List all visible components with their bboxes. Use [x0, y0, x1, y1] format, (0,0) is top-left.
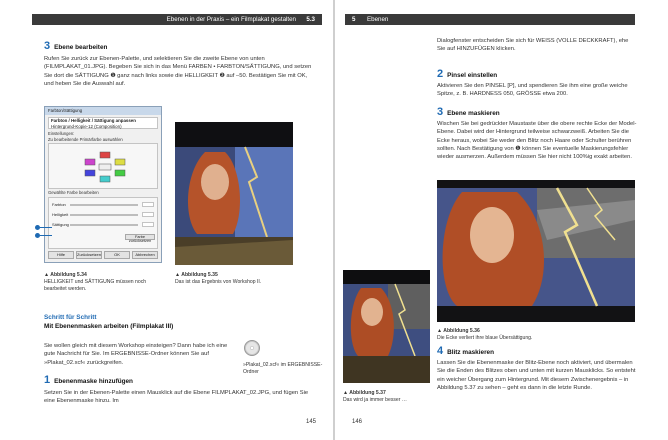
- running-header-right: 5 Ebenen: [345, 14, 635, 25]
- section-body: Sie wollen gleich mit diesem Workshop ei…: [44, 343, 228, 366]
- figure-5-36-caption: ▲ Abbildung 5.36 Die Ecke verliert ihre …: [437, 328, 635, 342]
- step-3-heading: 3 Ebene maskieren: [437, 106, 500, 118]
- callout-2-leader: [40, 235, 52, 236]
- ok-button[interactable]: OK: [104, 251, 131, 259]
- cd-note: »Plakat_02.xcf« im ERGEBNISSE-Ordner: [243, 362, 323, 375]
- step-4-heading: 4 Blitz maskieren: [437, 345, 494, 357]
- right-page: 5 Ebenen Dialogfenster entscheiden Sie s…: [335, 0, 668, 440]
- figure-5-36-label: ▲ Abbildung 5.36: [437, 328, 480, 334]
- page-number-right: 146: [352, 419, 363, 425]
- callout-1-leader: [40, 227, 52, 228]
- step-title: Ebene maskieren: [447, 110, 500, 117]
- poster-illustration: [175, 122, 293, 265]
- step-3-heading: 3 Ebene bearbeiten: [44, 40, 107, 52]
- figure-5-37-caption: ▲ Abbildung 5.37 Das wird ja immer besse…: [343, 390, 438, 404]
- figure-5-34-text: HELLIGKEIT und SÄTTIGUNG müssen noch bea…: [44, 278, 147, 292]
- saturation-slider-label: Sättigung: [52, 222, 69, 227]
- step-2-heading: 2 Pinsel einstellen: [437, 68, 497, 80]
- intro-body: Dialogfenster entscheiden Sie sich für W…: [437, 38, 629, 53]
- figure-5-35-text: Das ist das Ergebnis von Workshop II.: [175, 278, 262, 285]
- figure-5-36-text: Die Ecke verliert ihre blaue Übersättigu…: [437, 334, 533, 341]
- dialog-buttons: Hilfe Zurücksetzen OK Abbrechen: [48, 251, 159, 259]
- cd-icon: [244, 340, 260, 356]
- step-number: 3: [44, 40, 51, 52]
- figure-5-37-label: ▲ Abbildung 5.37: [343, 390, 386, 396]
- dialog-titlebar: Farbton/Sättigung: [45, 107, 161, 115]
- step-number: 2: [437, 68, 444, 80]
- page-number-left: 145: [306, 419, 317, 425]
- running-header-left: Ebenen in der Praxis – ein Filmplakat ge…: [32, 14, 322, 25]
- color-wheel-icon: [84, 151, 126, 183]
- reset-button[interactable]: Zurücksetzen: [76, 251, 103, 259]
- hue-slider-label: Farbton: [52, 202, 66, 207]
- figure-5-34-label: ▲ Abbildung 5.34: [44, 272, 87, 278]
- left-page: Ebenen in der Praxis – ein Filmplakat ge…: [0, 0, 333, 440]
- header-title: Ebenen in der Praxis – ein Filmplakat ge…: [166, 16, 296, 23]
- poster-illustration: [343, 270, 430, 383]
- reset-color-button[interactable]: Farbe zurücksetzen: [125, 234, 155, 243]
- primary-color-label: Zu bearbeitende Primärfarbe auswählen: [48, 137, 123, 142]
- figure-5-37-text: Das wird ja immer besser …: [343, 396, 407, 403]
- header-section: 5.3: [306, 16, 315, 23]
- step-3-body: Rufen Sie zurück zur Ebenen-Palette, und…: [44, 56, 312, 87]
- step-title: Pinsel einstellen: [447, 72, 498, 79]
- step-4-body: Lassen Sie die Ebenenmaske der Blitz-Ebe…: [437, 360, 636, 391]
- step-title: Ebenenmaske hinzufügen: [54, 378, 133, 385]
- header-section: 5: [352, 16, 356, 23]
- step-title: Blitz maskieren: [447, 349, 495, 356]
- presets-label: Einstellungen:: [48, 131, 75, 136]
- step-3-body: Wischen Sie bei gedrückter Maustaste übe…: [437, 121, 637, 161]
- dialog-subtitle: Farbton / Helligkeit / Sättigung anpasse…: [48, 117, 158, 129]
- dialog-subtitle-text: Hintergrund-Kopie-12 (Composition): [51, 123, 122, 129]
- section-heading: Schritt für Schritt: [44, 314, 97, 321]
- figure-5-35-label: ▲ Abbildung 5.35: [175, 272, 218, 278]
- step-number: 4: [437, 345, 444, 357]
- header-title: Ebenen: [367, 16, 389, 23]
- lightness-slider[interactable]: Helligkeit: [52, 212, 154, 218]
- step-2-body: Aktivieren Sie den PINSEL [P], und spend…: [437, 83, 628, 98]
- step-number: 1: [44, 374, 51, 386]
- step-1-heading: 1 Ebenenmaske hinzufügen: [44, 374, 133, 386]
- color-wheel-group: [48, 143, 158, 189]
- poster-image-5-37: [343, 270, 430, 383]
- hue-slider[interactable]: Farbton: [52, 202, 154, 208]
- figure-5-35-caption: ▲ Abbildung 5.35 Das ist das Ergebnis vo…: [175, 272, 295, 286]
- section-title: Mit Ebenenmasken arbeiten (Filmplakat II…: [44, 323, 174, 330]
- poster-illustration: [437, 180, 635, 322]
- step-number: 3: [437, 106, 444, 118]
- poster-image-5-35: [175, 122, 293, 265]
- step-1-body: Setzen Sie in der Ebenen-Palette einen M…: [44, 390, 309, 405]
- lightness-slider-label: Helligkeit: [52, 212, 69, 217]
- cancel-button[interactable]: Abbrechen: [132, 251, 159, 259]
- saturation-slider[interactable]: Sättigung: [52, 222, 154, 228]
- step-title: Ebene bearbeiten: [54, 44, 108, 51]
- poster-image-5-36: [437, 180, 635, 322]
- sliders-group-label: Gewählte Farbe bearbeiten: [48, 190, 99, 195]
- help-button[interactable]: Hilfe: [48, 251, 74, 259]
- figure-5-34-caption: ▲ Abbildung 5.34 HELLIGKEIT und SÄTTIGUN…: [44, 272, 164, 292]
- hue-saturation-dialog: Farbton/Sättigung Farbton / Helligkeit /…: [44, 106, 162, 263]
